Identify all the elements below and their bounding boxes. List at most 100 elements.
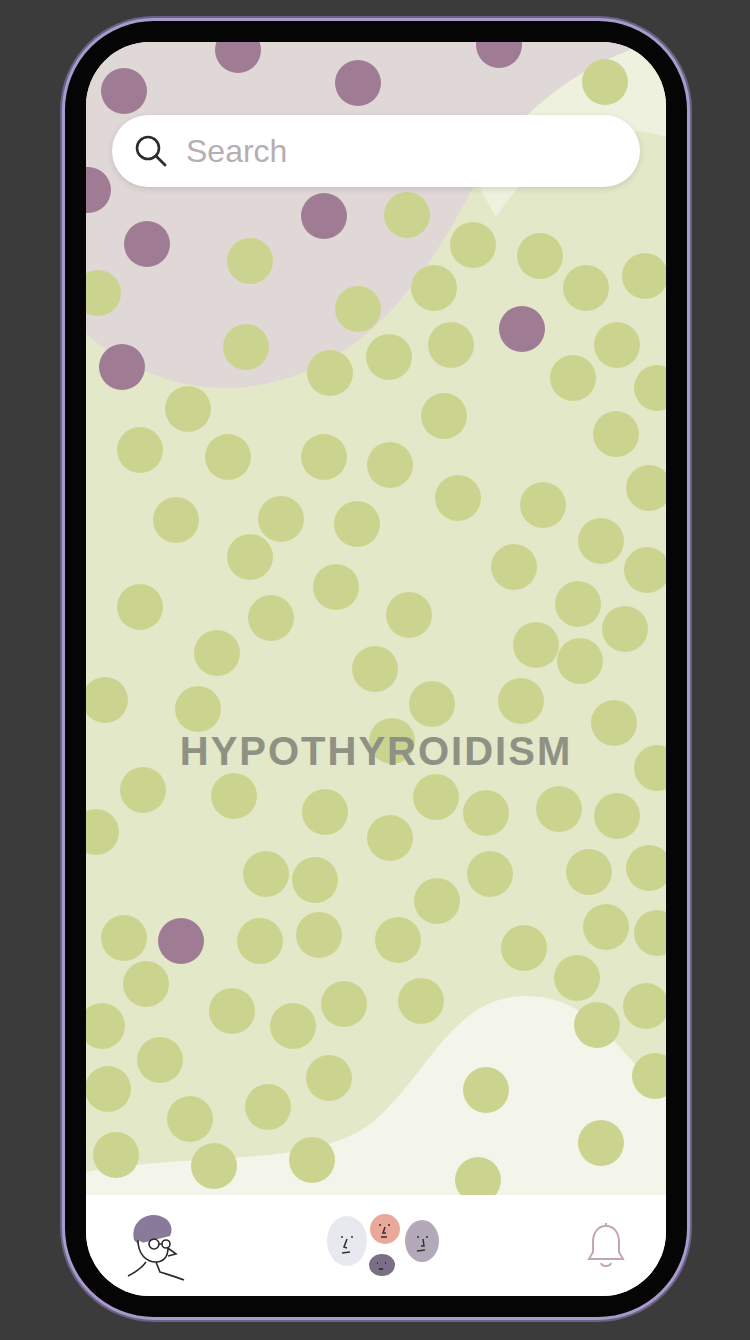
background-dot [86, 270, 121, 316]
dotted-background [86, 42, 666, 1202]
background-dot [158, 918, 204, 964]
background-dot [566, 849, 612, 895]
background-dot [626, 845, 666, 891]
background-dot [117, 427, 163, 473]
background-dot [413, 774, 459, 820]
background-dot [367, 442, 413, 488]
background-dot [366, 334, 412, 380]
background-dot [367, 815, 413, 861]
search-input[interactable] [184, 126, 616, 176]
background-dot [463, 1067, 509, 1113]
background-dot [101, 68, 147, 114]
background-dot [594, 322, 640, 368]
background-dot [435, 475, 481, 521]
background-dot [245, 1084, 291, 1130]
background-dot [583, 904, 629, 950]
background-dot [86, 677, 128, 723]
background-dot [301, 193, 347, 239]
background-dot [215, 42, 261, 73]
background-dot [498, 678, 544, 724]
background-dot [578, 1120, 624, 1166]
background-dot [86, 809, 119, 855]
background-dot [499, 306, 545, 352]
background-dot [292, 857, 338, 903]
background-dot [248, 595, 294, 641]
background-dot [501, 925, 547, 971]
background-dot [557, 638, 603, 684]
background-dot [450, 222, 496, 268]
background-dot [101, 915, 147, 961]
background-dot [593, 411, 639, 457]
background-dot [137, 1037, 183, 1083]
background-dot [428, 322, 474, 368]
background-dot [191, 1143, 237, 1189]
background-dot [211, 773, 257, 819]
background-dot [463, 790, 509, 836]
background-dot [536, 786, 582, 832]
background-dot [167, 1096, 213, 1142]
background-dot [194, 630, 240, 676]
background-dot [306, 1055, 352, 1101]
background-dot [591, 700, 637, 746]
background-dot [243, 851, 289, 897]
profile-avatar-icon[interactable] [124, 1210, 186, 1282]
background-dot [398, 978, 444, 1024]
background-dot [582, 59, 628, 105]
background-dot [205, 434, 251, 480]
background-dot [313, 564, 359, 610]
topic-title: HYPOTHYROIDISM [86, 727, 666, 775]
background-dot [517, 233, 563, 279]
background-dot [117, 584, 163, 630]
background-dot [237, 918, 283, 964]
phone-frame: HYPOTHYROIDISM [62, 18, 690, 1320]
magnifier-icon [134, 134, 168, 168]
background-dot [209, 988, 255, 1034]
background-dot [550, 355, 596, 401]
background-dot [554, 955, 600, 1001]
background-dot [270, 1003, 316, 1049]
background-dot [227, 238, 273, 284]
background-dot [384, 192, 430, 238]
background-dot [334, 501, 380, 547]
tab-bar [86, 1195, 666, 1296]
background-dot [123, 961, 169, 1007]
backdrop: HYPOTHYROIDISM [0, 0, 750, 1340]
background-dot [520, 482, 566, 528]
background-dot [302, 789, 348, 835]
background-dot [227, 534, 273, 580]
background-dot [578, 518, 624, 564]
background-dot [120, 767, 166, 813]
background-dot [175, 686, 221, 732]
background-dot [93, 1132, 139, 1178]
background-dot [86, 1003, 125, 1049]
background-dot [307, 350, 353, 396]
background-dot [153, 497, 199, 543]
community-faces-icon[interactable] [325, 1213, 447, 1279]
background-dot [296, 912, 342, 958]
background-dot [634, 745, 666, 791]
background-dot [375, 917, 421, 963]
search-bar[interactable] [112, 115, 640, 187]
background-dot [626, 465, 666, 511]
background-dot [555, 581, 601, 627]
background-dot [86, 167, 111, 213]
background-dot [513, 622, 559, 668]
bell-icon[interactable] [586, 1222, 626, 1270]
background-dot [335, 60, 381, 106]
background-dot [301, 434, 347, 480]
background-dot [421, 393, 467, 439]
background-dot [165, 386, 211, 432]
background-dot [386, 592, 432, 638]
background-dot [409, 681, 455, 727]
background-dot [634, 910, 666, 956]
background-dot [99, 344, 145, 390]
background-dot [335, 286, 381, 332]
background-dot [624, 547, 666, 593]
background-dot [632, 1053, 666, 1099]
background-dot [574, 1002, 620, 1048]
phone-screen: HYPOTHYROIDISM [86, 42, 666, 1296]
background-dot [223, 324, 269, 370]
background-dot [124, 221, 170, 267]
background-dot [258, 496, 304, 542]
background-dot [594, 793, 640, 839]
